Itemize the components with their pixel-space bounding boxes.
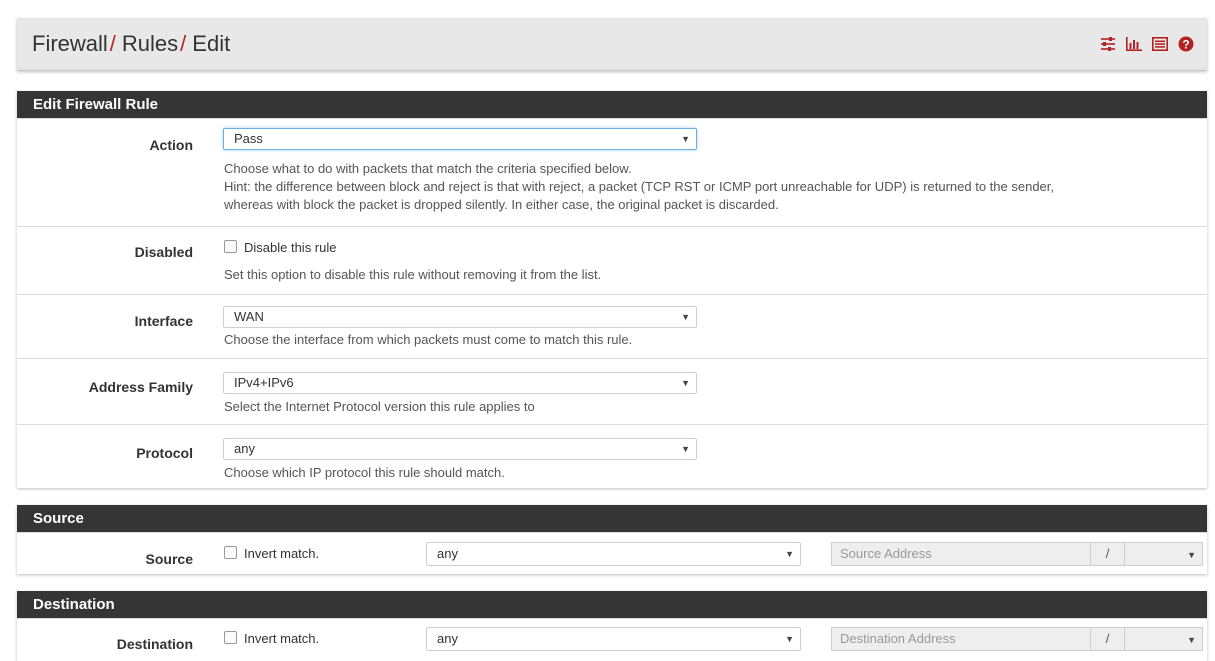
edit-rule-panel: Edit Firewall Rule Action Pass ▼ Choose … (17, 91, 1207, 488)
action-select-value: Pass (234, 131, 263, 146)
address-family-label: Address Family (88, 379, 193, 395)
address-family-row: Address Family IPv4+IPv6 ▼ Select the In… (17, 358, 1207, 424)
list-icon[interactable] (1151, 36, 1168, 52)
destination-row: Destination Invert match. any ▼ Destinat… (17, 618, 1207, 661)
source-invert-group: Invert match. (224, 545, 319, 563)
chevron-down-icon: ▼ (1187, 635, 1196, 645)
disable-rule-checkbox-label[interactable]: Disable this rule (244, 240, 337, 255)
panel-heading: Destination (17, 591, 1207, 618)
breadcrumb-separator: / (109, 31, 116, 56)
destination-invert-checkbox[interactable] (224, 631, 237, 644)
breadcrumb-firewall[interactable]: Firewall (32, 31, 108, 56)
protocol-select-value: any (234, 441, 255, 456)
chevron-down-icon: ▼ (681, 312, 690, 322)
disabled-help: Set this option to disable this rule wit… (224, 267, 602, 282)
destination-address-input[interactable]: Destination Address (831, 627, 1091, 651)
chevron-down-icon: ▼ (1187, 550, 1196, 560)
interface-label: Interface (134, 313, 193, 329)
protocol-help: Choose which IP protocol this rule shoul… (224, 465, 505, 480)
action-select[interactable]: Pass ▼ (223, 128, 697, 150)
bar-chart-icon[interactable] (1125, 36, 1142, 52)
source-panel: Source Source Invert match. any ▼ Source… (17, 505, 1207, 574)
protocol-label: Protocol (136, 445, 193, 461)
chevron-down-icon: ▼ (785, 549, 794, 559)
source-address-input[interactable]: Source Address (831, 542, 1091, 566)
disabled-label: Disabled (134, 244, 193, 260)
action-help-line: Choose what to do with packets that matc… (224, 161, 632, 176)
destination-type-select[interactable]: any ▼ (426, 627, 801, 651)
chevron-down-icon: ▼ (681, 134, 690, 144)
breadcrumb-icons: ? (1099, 36, 1194, 52)
interface-help: Choose the interface from which packets … (224, 332, 633, 347)
action-help-line: whereas with block the packet is dropped… (224, 197, 779, 212)
breadcrumb-edit: Edit (192, 31, 231, 56)
source-label: Source (145, 551, 193, 567)
disable-rule-checkbox[interactable] (224, 240, 237, 253)
disabled-row: Disabled Disable this rule Set this opti… (17, 226, 1207, 294)
source-row: Source Invert match. any ▼ Source Addres… (17, 532, 1207, 574)
address-family-select[interactable]: IPv4+IPv6 ▼ (223, 372, 697, 394)
action-help: Choose what to do with packets that matc… (224, 160, 1204, 214)
source-mask-select[interactable]: ▼ (1124, 542, 1203, 566)
source-mask-separator: / (1090, 542, 1125, 566)
breadcrumb-rules[interactable]: Rules (122, 31, 178, 56)
source-invert-checkbox[interactable] (224, 546, 237, 559)
protocol-select[interactable]: any ▼ (223, 438, 697, 460)
disable-rule-checkbox-group: Disable this rule (224, 239, 337, 257)
protocol-row: Protocol any ▼ Choose which IP protocol … (17, 424, 1207, 488)
destination-label: Destination (116, 636, 193, 652)
chevron-down-icon: ▼ (681, 378, 690, 388)
destination-panel: Destination Destination Invert match. an… (17, 591, 1207, 661)
destination-invert-group: Invert match. (224, 630, 319, 648)
destination-invert-label[interactable]: Invert match. (244, 631, 319, 646)
breadcrumb-bar: Firewall/Rules/Edit ? (17, 18, 1207, 70)
interface-row: Interface WAN ▼ Choose the interface fro… (17, 294, 1207, 358)
source-invert-label[interactable]: Invert match. (244, 546, 319, 561)
destination-type-value: any (437, 631, 458, 646)
address-family-help: Select the Internet Protocol version thi… (224, 399, 535, 414)
sliders-icon[interactable] (1099, 36, 1116, 52)
chevron-down-icon: ▼ (681, 444, 690, 454)
help-icon[interactable]: ? (1177, 36, 1194, 52)
source-type-value: any (437, 546, 458, 561)
interface-select-value: WAN (234, 309, 264, 324)
panel-heading: Source (17, 505, 1207, 532)
panel-heading: Edit Firewall Rule (17, 91, 1207, 118)
chevron-down-icon: ▼ (785, 634, 794, 644)
address-family-select-value: IPv4+IPv6 (234, 375, 294, 390)
source-type-select[interactable]: any ▼ (426, 542, 801, 566)
destination-mask-separator: / (1090, 627, 1125, 651)
action-label: Action (149, 137, 193, 153)
action-help-line: Hint: the difference between block and r… (224, 179, 1055, 194)
interface-select[interactable]: WAN ▼ (223, 306, 697, 328)
action-row: Action Pass ▼ Choose what to do with pac… (17, 118, 1207, 226)
destination-mask-select[interactable]: ▼ (1124, 627, 1203, 651)
breadcrumb-separator: / (180, 31, 187, 56)
breadcrumb: Firewall/Rules/Edit (32, 31, 230, 57)
svg-text:?: ? (1182, 38, 1189, 52)
